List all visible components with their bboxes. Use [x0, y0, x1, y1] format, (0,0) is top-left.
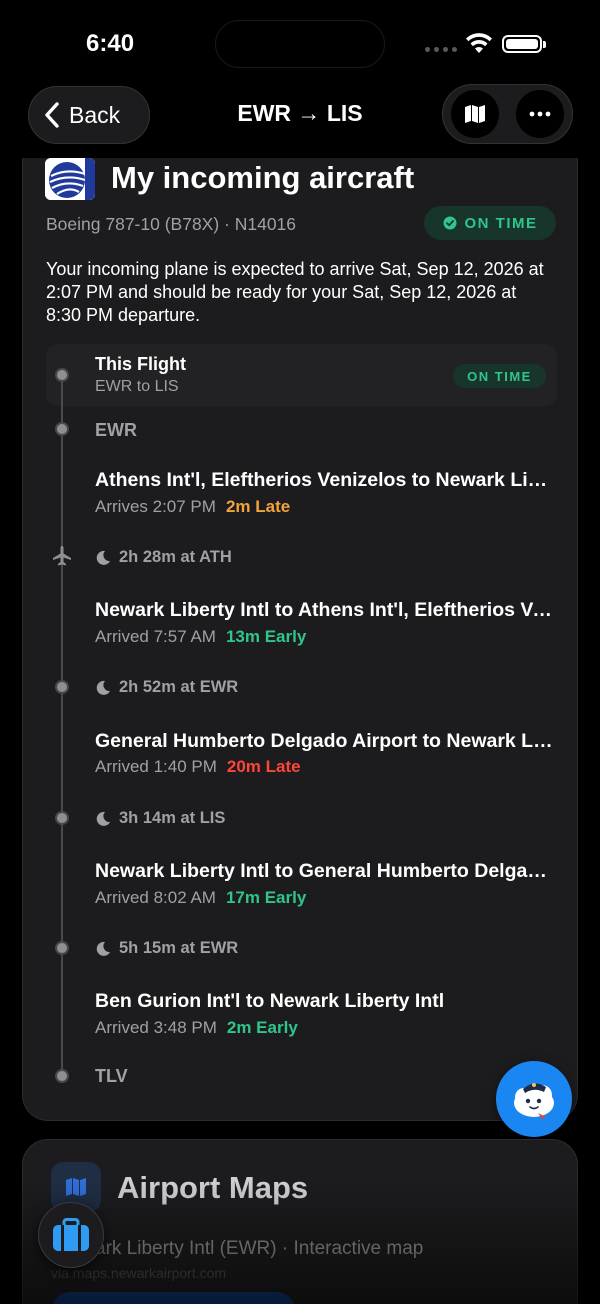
back-label: Back — [69, 101, 121, 128]
status-time: 6:40 — [86, 30, 135, 57]
airplane-icon — [53, 546, 71, 566]
this-flight-title: This Flight — [95, 354, 186, 374]
moon-icon — [96, 811, 110, 826]
delay-badge: 13m Early — [225, 627, 307, 646]
map-button[interactable] — [451, 90, 499, 138]
this-flight-route: EWR to LIS — [95, 378, 179, 395]
leg-title[interactable]: Newark Liberty Intl to General Humberto … — [95, 860, 555, 883]
timeline-dot — [55, 941, 69, 955]
leg-time: Arrived 7:57 AM 13m Early — [95, 627, 307, 646]
more-button[interactable] — [516, 90, 564, 138]
timeline-dot — [55, 1069, 69, 1083]
map-icon — [66, 1178, 86, 1196]
cellular-signal-icon — [425, 47, 457, 52]
leg-time: Arrived 3:48 PM 2m Early — [95, 1018, 298, 1037]
timeline-dot — [55, 811, 69, 825]
trips-button[interactable] — [38, 1202, 104, 1268]
layover-row: 2h 52m at EWR — [95, 678, 238, 697]
suitcase-icon — [53, 1218, 89, 1251]
timeline-dot — [55, 422, 69, 436]
airport-maps-subtitle: ark Liberty Intl (EWR) · Interactive map — [95, 1238, 424, 1259]
timeline-end-airport: TLV — [95, 1066, 128, 1086]
incoming-aircraft-card: My incoming aircraft Boeing 787-10 (B78X… — [22, 158, 578, 1121]
moon-icon — [96, 680, 110, 695]
battery-icon — [502, 35, 542, 53]
map-icon — [465, 105, 485, 123]
card-title: My incoming aircraft — [111, 160, 415, 195]
layover-row: 2h 28m at ATH — [95, 548, 232, 567]
delay-badge: 17m Early — [225, 888, 307, 907]
timeline-dot — [55, 368, 69, 382]
open-map-button[interactable] — [51, 1292, 296, 1304]
leg-time: Arrives 2:07 PM 2m Late — [95, 497, 291, 516]
timeline-start-airport: EWR — [95, 420, 137, 440]
airline-logo — [45, 158, 95, 200]
leg-title[interactable]: General Humberto Delgado Airport to Newa… — [95, 730, 555, 753]
back-button[interactable]: Back — [28, 86, 150, 144]
delay-badge: 2m Early — [226, 1018, 298, 1037]
status-bar: 6:40 — [0, 0, 600, 84]
pilot-mascot-icon — [514, 1083, 554, 1119]
layover-row: 3h 14m at LIS — [95, 809, 225, 828]
leg-title[interactable]: Newark Liberty Intl to Athens Int'l, Ele… — [95, 599, 555, 622]
delay-badge: 2m Late — [225, 497, 291, 516]
status-text: ON TIME — [464, 214, 538, 232]
airport-maps-card[interactable]: Airport Maps ark Liberty Intl (EWR) · In… — [22, 1139, 578, 1304]
nav-actions — [442, 84, 573, 144]
ellipsis-icon — [529, 111, 551, 117]
layover-row: 5h 15m at EWR — [95, 939, 238, 958]
delay-badge: 20m Late — [226, 757, 301, 776]
moon-icon — [96, 550, 110, 565]
chevron-left-icon — [45, 102, 59, 128]
this-flight-status-badge: ON TIME — [453, 364, 546, 388]
assistant-button[interactable] — [496, 1061, 572, 1137]
leg-time: Arrived 1:40 PM 20m Late — [95, 757, 301, 776]
timeline-dot — [55, 680, 69, 694]
dynamic-island — [215, 20, 385, 68]
timeline-line — [61, 376, 63, 1076]
arrival-description: Your incoming plane is expected to arriv… — [46, 259, 544, 325]
this-flight-row[interactable]: This Flight EWR to LIS ON TIME — [46, 344, 557, 406]
status-badge: ON TIME — [424, 206, 556, 240]
aircraft-info: Boeing 787-10 (B78X) · N14016 — [46, 214, 297, 234]
moon-icon — [96, 941, 110, 956]
leg-title[interactable]: Ben Gurion Int'l to Newark Liberty Intl — [95, 990, 555, 1013]
leg-time: Arrived 8:02 AM 17m Early — [95, 888, 307, 907]
airport-maps-title: Airport Maps — [117, 1170, 309, 1205]
wifi-icon — [466, 33, 492, 53]
nav-bar: Back EWR → LIS — [0, 84, 600, 148]
leg-title[interactable]: Athens Int'l, Eleftherios Venizelos to N… — [95, 469, 555, 492]
check-circle-icon — [443, 216, 456, 230]
